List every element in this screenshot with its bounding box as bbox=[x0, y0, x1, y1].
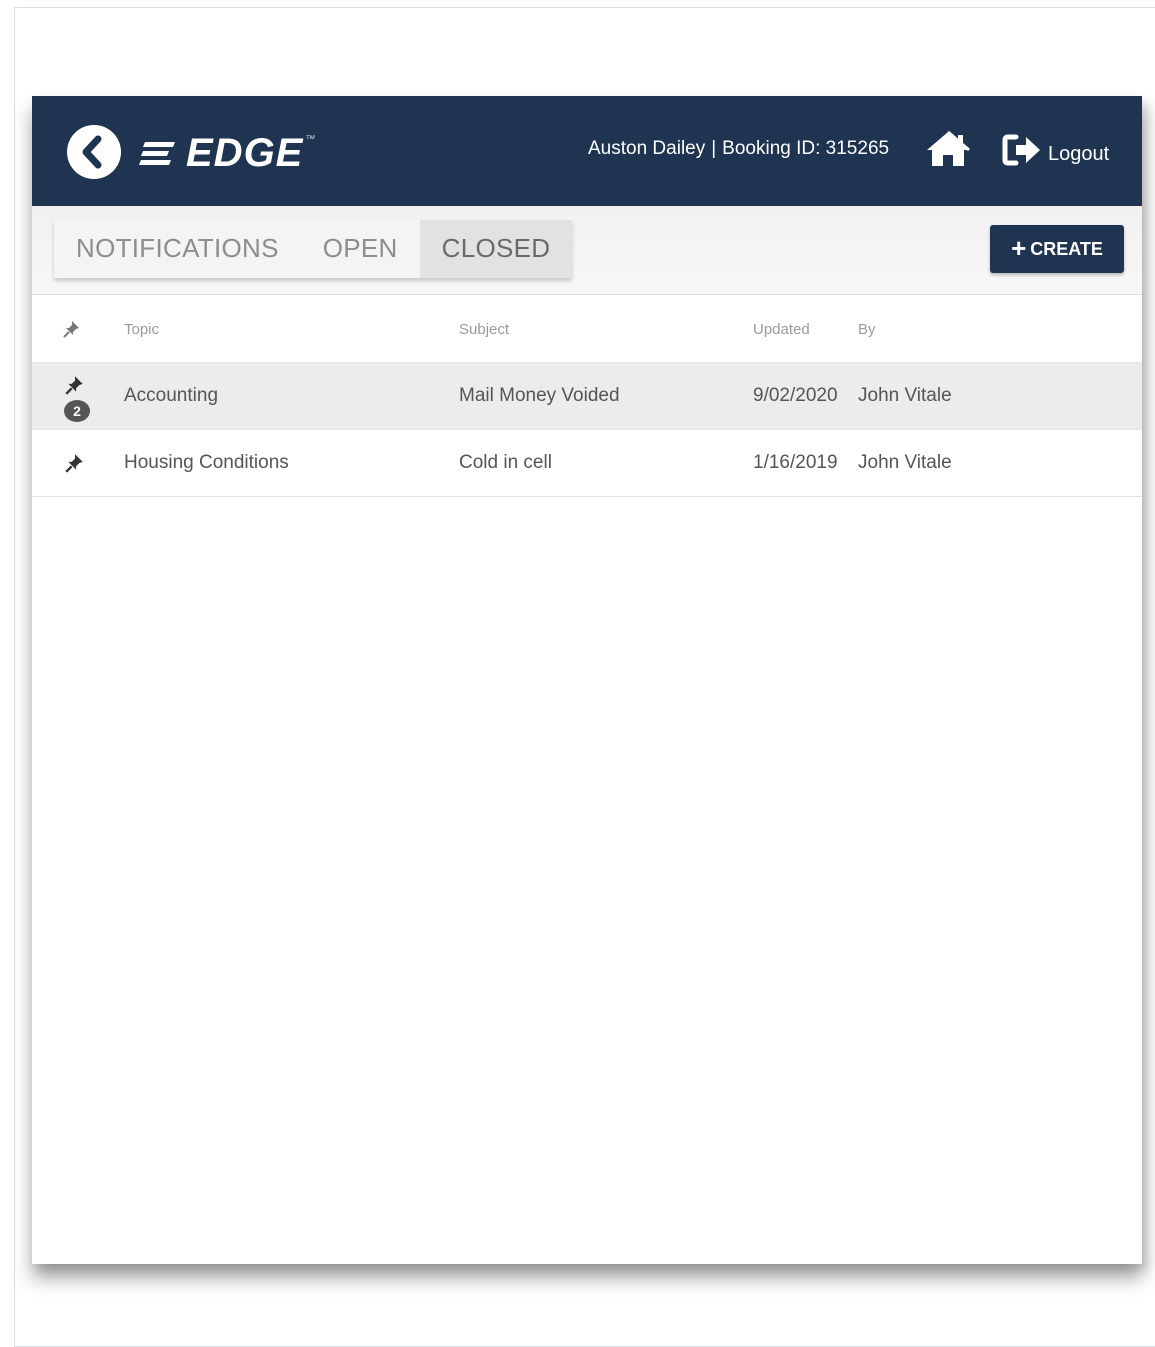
plus-icon: + bbox=[1011, 233, 1027, 263]
table-row[interactable]: 2 Accounting Mail Money Voided 9/02/2020… bbox=[32, 363, 1142, 430]
by-cell: John Vitale bbox=[858, 385, 952, 406]
create-button[interactable]: + CREATE bbox=[990, 225, 1124, 273]
tab-open[interactable]: OPEN bbox=[301, 220, 420, 278]
topic-cell: Housing Conditions bbox=[124, 452, 289, 473]
logo-bars-icon bbox=[138, 140, 178, 166]
pin-cell: 2 bbox=[62, 363, 102, 429]
header-separator: | bbox=[711, 138, 717, 159]
updated-cell: 9/02/2020 bbox=[753, 385, 838, 406]
table-header-row: Topic Subject Updated By bbox=[32, 296, 1142, 363]
messages-table: Topic Subject Updated By 2 Accounting Ma… bbox=[32, 296, 1142, 497]
column-header-subject[interactable]: Subject bbox=[459, 296, 509, 362]
subject-cell: Cold in cell bbox=[459, 452, 552, 473]
tab-bar: NOTIFICATIONS OPEN CLOSED + CREATE bbox=[32, 206, 1142, 295]
column-header-updated[interactable]: Updated bbox=[753, 296, 810, 362]
logo-text: EDGE bbox=[186, 130, 304, 175]
column-header-by[interactable]: By bbox=[858, 296, 876, 362]
top-header: EDGE ™ Auston Dailey | Booking ID: 315265 … bbox=[32, 96, 1142, 206]
pin-icon[interactable] bbox=[64, 452, 86, 474]
pin-icon bbox=[63, 321, 79, 338]
logo-trademark: ™ bbox=[305, 134, 316, 145]
edge-logo: EDGE ™ bbox=[138, 128, 316, 178]
pin-icon[interactable] bbox=[64, 374, 86, 396]
topic-cell: Accounting bbox=[124, 385, 219, 406]
updated-cell: 1/16/2019 bbox=[753, 452, 838, 473]
tab-notifications[interactable]: NOTIFICATIONS bbox=[54, 220, 301, 278]
chevron-left-circle-icon bbox=[82, 135, 102, 169]
tab-group: NOTIFICATIONS OPEN CLOSED bbox=[54, 220, 573, 278]
user-info: Auston Dailey | Booking ID: 315265 bbox=[588, 138, 889, 160]
pin-column-header bbox=[62, 296, 102, 362]
booking-id: Booking ID: 315265 bbox=[722, 138, 890, 159]
user-name: Auston Dailey bbox=[588, 138, 706, 159]
create-label: CREATE bbox=[1030, 238, 1103, 259]
app-window: EDGE ™ Auston Dailey | Booking ID: 315265 … bbox=[32, 96, 1142, 1264]
logout-button[interactable]: Logout bbox=[1002, 132, 1109, 168]
home-icon bbox=[927, 130, 970, 166]
home-button[interactable] bbox=[924, 129, 972, 169]
subject-cell: Mail Money Voided bbox=[459, 385, 620, 406]
pin-cell bbox=[62, 430, 102, 496]
by-cell: John Vitale bbox=[858, 452, 952, 473]
sign-out-icon bbox=[1002, 134, 1040, 166]
back-button[interactable] bbox=[67, 125, 121, 179]
table-row[interactable]: Housing Conditions Cold in cell 1/16/201… bbox=[32, 430, 1142, 497]
logout-label: Logout bbox=[1048, 142, 1110, 165]
count-badge: 2 bbox=[64, 400, 90, 422]
tab-closed[interactable]: CLOSED bbox=[419, 220, 573, 278]
column-header-topic[interactable]: Topic bbox=[124, 296, 159, 362]
